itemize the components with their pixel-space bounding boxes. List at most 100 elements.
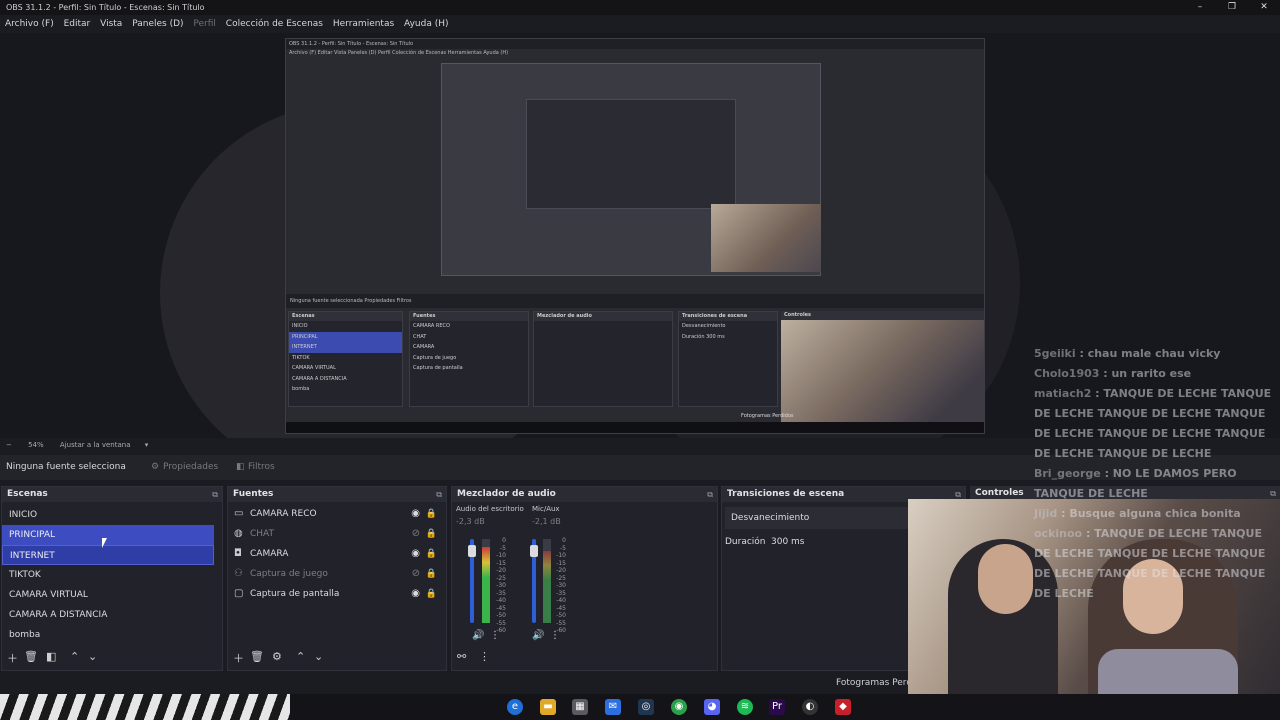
source-item-captura-juego[interactable]: ⚇ Captura de juego ⊘ 🔒 — [228, 564, 446, 584]
trash-icon[interactable]: 🗑 — [24, 650, 38, 663]
menu-paneles[interactable]: Paneles (D) — [132, 19, 183, 29]
slider-knob[interactable] — [468, 545, 476, 557]
mail-icon[interactable]: ✉ — [605, 699, 621, 715]
properties-button[interactable]: Propiedades — [163, 455, 218, 480]
eye-icon[interactable]: ◉ — [411, 504, 420, 524]
lock-icon[interactable]: 🔒 — [426, 564, 437, 584]
eye-hidden-icon[interactable]: ⊘ — [412, 564, 420, 584]
link-icon[interactable]: ⚯ — [457, 650, 466, 663]
meter-tick: -50 — [556, 612, 566, 619]
minimize-icon[interactable]: – — [1186, 0, 1214, 15]
add-scene-icon[interactable]: ＋ — [7, 650, 18, 666]
move-up-icon[interactable]: ⌃ — [296, 650, 305, 663]
steam-icon[interactable]: ◎ — [638, 699, 654, 715]
menu-archivo[interactable]: Archivo (F) — [5, 19, 54, 29]
volume-slider-mic[interactable] — [530, 539, 538, 623]
source-item-captura-pantalla[interactable]: ▢ Captura de pantalla ◉ 🔒 — [228, 584, 446, 604]
nested-transitions-panel: Transiciones de escena Desvanecimiento D… — [678, 311, 778, 407]
scene-item-principal[interactable]: PRINCIPAL — [2, 525, 214, 545]
meter-tick: -5 — [560, 544, 566, 552]
zoom-out-button[interactable]: − — [6, 441, 12, 449]
title-bar: OBS 31.1.2 - Perfil: Sin Título - Escena… — [0, 0, 1280, 15]
popout-icon[interactable]: ⧉ — [436, 487, 442, 502]
gear-icon[interactable]: ⚙ — [272, 650, 282, 663]
scene-item-camara-virtual[interactable]: CAMARA VIRTUAL — [2, 585, 214, 605]
chat-message: Bri_george : NO LE DAMOS PERO TANQUE DE … — [1034, 467, 1237, 500]
meter-tick: 0 — [562, 537, 566, 544]
duration-input[interactable]: 300 ms — [771, 531, 805, 553]
lock-icon[interactable]: 🔒 — [426, 504, 437, 524]
nested-scene-item: TIKTOK — [292, 354, 310, 361]
menu-ayuda[interactable]: Ayuda (H) — [404, 19, 448, 29]
transition-select[interactable]: Desvanecimiento — [725, 507, 925, 529]
eye-hidden-icon[interactable]: ⊘ — [412, 524, 420, 544]
window-icon: ▭ — [234, 508, 244, 519]
source-item-chat[interactable]: ◍ CHAT ⊘ 🔒 — [228, 524, 446, 544]
folder-icon[interactable]: ▬ — [540, 699, 556, 715]
nested-scenes-panel: Escenas INICIO PRINCIPAL INTERNET TIKTOK… — [288, 311, 403, 407]
meter-tick: -20 — [556, 567, 566, 574]
store-icon[interactable]: ▦ — [572, 699, 588, 715]
level-meter-mic — [543, 539, 551, 623]
move-down-icon[interactable]: ⌄ — [88, 650, 97, 663]
close-icon[interactable]: ✕ — [1250, 0, 1278, 15]
meter-fill — [482, 547, 490, 623]
more-icon[interactable]: ⋮ — [550, 630, 560, 641]
source-item-camara[interactable]: ◘ CAMARA ◉ 🔒 — [228, 544, 446, 564]
menu-herramientas[interactable]: Herramientas — [333, 19, 394, 29]
meter-tick: -15 — [496, 559, 506, 567]
spotify-icon[interactable]: ≋ — [737, 699, 753, 715]
source-item-camara-reco[interactable]: ▭ CAMARA RECO ◉ 🔒 — [228, 504, 446, 524]
popout-icon[interactable]: ⧉ — [707, 487, 713, 502]
person-left-face — [978, 544, 1033, 614]
fit-window-label[interactable]: Ajustar a la ventana — [60, 441, 131, 449]
popout-icon[interactable]: ⧉ — [212, 487, 218, 502]
menu-coleccion-escenas[interactable]: Colección de Escenas — [226, 19, 323, 29]
eye-icon[interactable]: ◉ — [411, 584, 420, 604]
lock-icon[interactable]: 🔒 — [426, 584, 437, 604]
discord-icon[interactable]: ◕ — [704, 699, 720, 715]
filters-button[interactable]: Filtros — [248, 455, 275, 480]
more-icon[interactable]: ⋮ — [490, 630, 500, 641]
eye-icon[interactable]: ◉ — [411, 544, 420, 564]
scene-item-camara-a-distancia[interactable]: CAMARA A DISTANCIA — [2, 605, 214, 625]
volume-slider-desktop[interactable] — [468, 539, 476, 623]
chrome-icon[interactable]: ◉ — [671, 699, 687, 715]
lock-icon[interactable]: 🔒 — [426, 524, 437, 544]
mixer-channel-desktop: Audio del escritorio -2,3 dB — [456, 505, 524, 526]
nested-scene-item: INTERNET — [289, 342, 402, 353]
app-icon[interactable]: ◆ — [835, 699, 851, 715]
chevron-down-icon[interactable]: ▾ — [145, 441, 149, 449]
nested-taskbar — [286, 422, 984, 433]
premiere-icon[interactable]: Pr — [769, 699, 785, 715]
scene-item-tiktok[interactable]: TIKTOK — [2, 565, 214, 585]
move-down-icon[interactable]: ⌄ — [314, 650, 323, 663]
menu-editar[interactable]: Editar — [64, 19, 91, 29]
add-source-icon[interactable]: ＋ — [233, 650, 244, 666]
nested-sources-panel: Fuentes CAMARA RECO CHAT CAMARA Captura … — [409, 311, 529, 407]
lock-icon[interactable]: 🔒 — [426, 544, 437, 564]
speaker-icon[interactable]: 🔊 — [472, 630, 484, 641]
mixer-channel-mic: Mic/Aux -2,1 dB — [532, 505, 561, 526]
chat-message: matiach2 : TANQUE DE LECHE TANQUE DE LEC… — [1034, 387, 1272, 460]
menu-vista[interactable]: Vista — [100, 19, 122, 29]
mixer-footer: ⚯ ⋮ — [452, 650, 717, 666]
scenes-dock: Escenas ⧉ INICIO PRINCIPAL INTERNET TIKT… — [1, 486, 223, 671]
obs-icon[interactable]: ◐ — [802, 699, 818, 715]
trash-icon[interactable]: 🗑 — [250, 650, 264, 663]
slider-knob[interactable] — [530, 545, 538, 557]
edge-icon[interactable]: e — [507, 699, 523, 715]
scene-item-inicio[interactable]: INICIO — [2, 505, 214, 525]
sources-header: Fuentes ⧉ — [228, 487, 446, 502]
meter-tick: -10 — [496, 552, 506, 559]
move-up-icon[interactable]: ⌃ — [70, 650, 79, 663]
maximize-icon[interactable]: ❐ — [1218, 0, 1246, 15]
nested-fps: Fotogramas Perdidos — [741, 413, 794, 419]
scene-item-internet[interactable]: INTERNET — [2, 545, 214, 565]
meter-tick: -40 — [556, 597, 566, 604]
chat-user: Cholo1903 — [1034, 367, 1100, 380]
scene-item-bomba[interactable]: bomba — [2, 625, 214, 645]
more-icon[interactable]: ⋮ — [479, 650, 490, 663]
scene-filters-icon[interactable]: ◧ — [46, 650, 56, 663]
speaker-icon[interactable]: 🔊 — [532, 630, 544, 641]
